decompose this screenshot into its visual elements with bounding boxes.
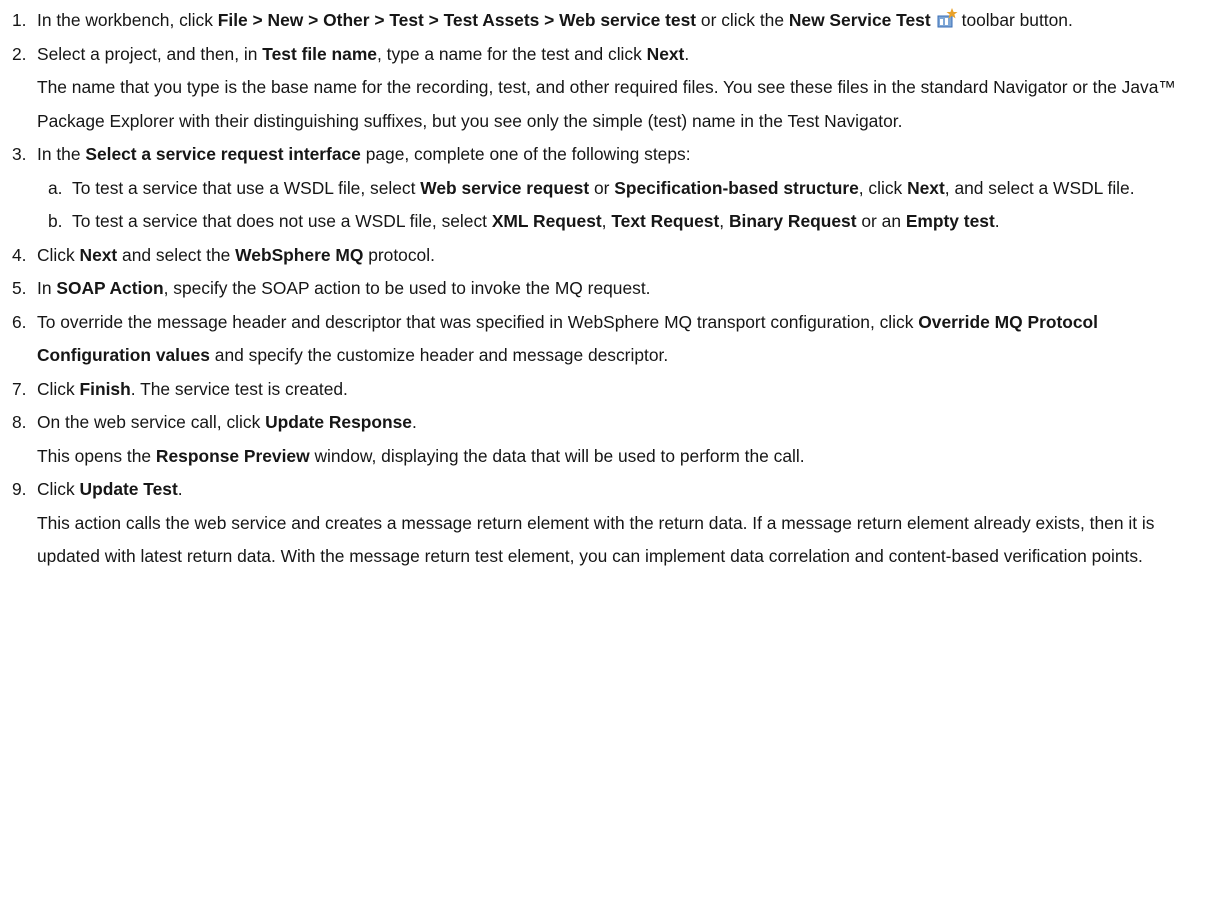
text-run: This opens the: [37, 445, 156, 466]
sub-step-text: To test a service that does not use a WS…: [72, 205, 1211, 239]
sub-step-letter: a.: [48, 177, 63, 198]
ui-term: Text Request: [611, 211, 720, 231]
text-run: or an: [856, 211, 906, 231]
text-run: , and select a WSDL file.: [944, 177, 1135, 198]
text-run: Click: [37, 479, 80, 499]
text-run: toolbar button.: [961, 10, 1073, 30]
step-text: In the Select a service request interfac…: [37, 138, 1211, 172]
new-service-test-icon[interactable]: [936, 7, 958, 29]
list-item: 6. To override the message header and des…: [0, 306, 1211, 373]
text-run: To test a service that does not use a WS…: [72, 211, 492, 231]
text-run: Click: [37, 378, 80, 399]
ui-term: Specification-based structure: [614, 177, 859, 198]
step-text: Select a project, and then, in Test file…: [37, 38, 1211, 72]
step-number: 7.: [12, 378, 27, 399]
ui-term: SOAP Action: [56, 278, 164, 298]
text-run: , specify the SOAP action to be used to …: [163, 278, 651, 298]
step-number: 1.: [12, 10, 27, 30]
text-run: .: [411, 412, 417, 432]
step-number: 3.: [12, 144, 27, 164]
list-item: 1. In the workbench, click File > New > O…: [0, 4, 1211, 38]
sub-list-item: b. To test a service that does not use a …: [37, 205, 1211, 239]
text-run: , click: [858, 177, 908, 198]
step-number: 6.: [12, 311, 27, 332]
step-text: To override the message header and descr…: [37, 306, 1211, 373]
ui-term: Update Response: [265, 412, 412, 432]
step-number: 4.: [12, 244, 27, 265]
text-run: .: [684, 43, 690, 64]
ui-term: File > New > Other > Test > Test Assets …: [217, 10, 697, 30]
list-item: 5. In SOAP Action, specify the SOAP actio…: [0, 272, 1211, 306]
step-text: In SOAP Action, specify the SOAP action …: [37, 272, 1211, 306]
step-number: 8.: [12, 412, 27, 432]
ui-term: New Service Test: [788, 10, 931, 30]
text-run: In the: [37, 144, 86, 164]
list-item: 8. On the web service call, click Update …: [0, 406, 1211, 473]
list-item: 3. In the Select a service request interf…: [0, 138, 1211, 239]
ui-term: Next: [79, 244, 118, 265]
text-run: and specify the customize header and mes…: [209, 345, 669, 365]
text-run: In: [37, 278, 57, 298]
text-run: protocol.: [363, 244, 435, 265]
text-run: window, displaying the data that will be…: [309, 445, 805, 466]
text-run: page, complete one of the following step…: [360, 144, 691, 164]
step-text: Click Next and select the WebSphere MQ p…: [37, 239, 1211, 273]
ui-term: XML Request: [491, 211, 602, 231]
ui-term: Response Preview: [155, 445, 310, 466]
text-run: Select a project, and then, in: [37, 43, 263, 64]
procedure-list: 1. In the workbench, click File > New > O…: [0, 0, 1211, 574]
ui-term: Finish: [79, 378, 131, 399]
ui-term: Binary Request: [728, 211, 857, 231]
list-item: 4. Click Next and select the WebSphere MQ…: [0, 239, 1211, 273]
text-run: On the web service call, click: [37, 412, 266, 432]
text-run: Click: [37, 244, 80, 265]
text-run: .: [177, 479, 183, 499]
list-item: 2. Select a project, and then, in Test fi…: [0, 38, 1211, 139]
text-run: , type a name for the test and click: [376, 43, 647, 64]
step-number: 2.: [12, 43, 27, 64]
step-note: This action calls the web service and cr…: [37, 512, 1155, 567]
list-item: 7. Click Finish. The service test is crea…: [0, 373, 1211, 407]
step-text: On the web service call, click Update Re…: [37, 406, 1211, 440]
step-text: In the workbench, click File > New > Oth…: [37, 4, 1211, 38]
text-run: In the workbench, click: [37, 10, 218, 30]
step-number: 9.: [12, 479, 27, 499]
ui-term: Test file name: [262, 43, 377, 64]
sub-list-item: a. To test a service that use a WSDL file…: [37, 172, 1211, 206]
text-run: ,: [719, 211, 729, 231]
sub-step-letter: b.: [48, 211, 63, 231]
text-run: To override the message header and descr…: [37, 311, 919, 332]
step-text: Click Finish. The service test is create…: [37, 373, 1211, 407]
ui-term: WebSphere MQ: [235, 244, 364, 265]
text-run: . The service test is created.: [130, 378, 348, 399]
sub-step-text: To test a service that use a WSDL file, …: [72, 172, 1211, 206]
ui-term: Update Test: [79, 479, 178, 499]
text-run: To test a service that use a WSDL file, …: [72, 177, 421, 198]
ui-term: Empty test: [905, 211, 995, 231]
text-run: or: [589, 177, 615, 198]
ui-term: Select a service request interface: [85, 144, 361, 164]
list-item: 9. Click Update Test. This action calls th…: [0, 473, 1211, 574]
step-number: 5.: [12, 278, 27, 298]
step-text: Click Update Test.: [37, 473, 1211, 507]
step-note: The name that you type is the base name …: [37, 77, 1176, 131]
text-run: ,: [601, 211, 612, 231]
text-run: and select the: [117, 244, 236, 265]
ui-term: Next: [646, 43, 685, 64]
text-run: .: [994, 211, 1000, 231]
ui-term: Web service request: [420, 177, 590, 198]
text-run: or click the: [696, 10, 789, 30]
ui-term: Next: [907, 177, 945, 198]
step-note: This opens the Response Preview window, …: [37, 440, 1211, 474]
